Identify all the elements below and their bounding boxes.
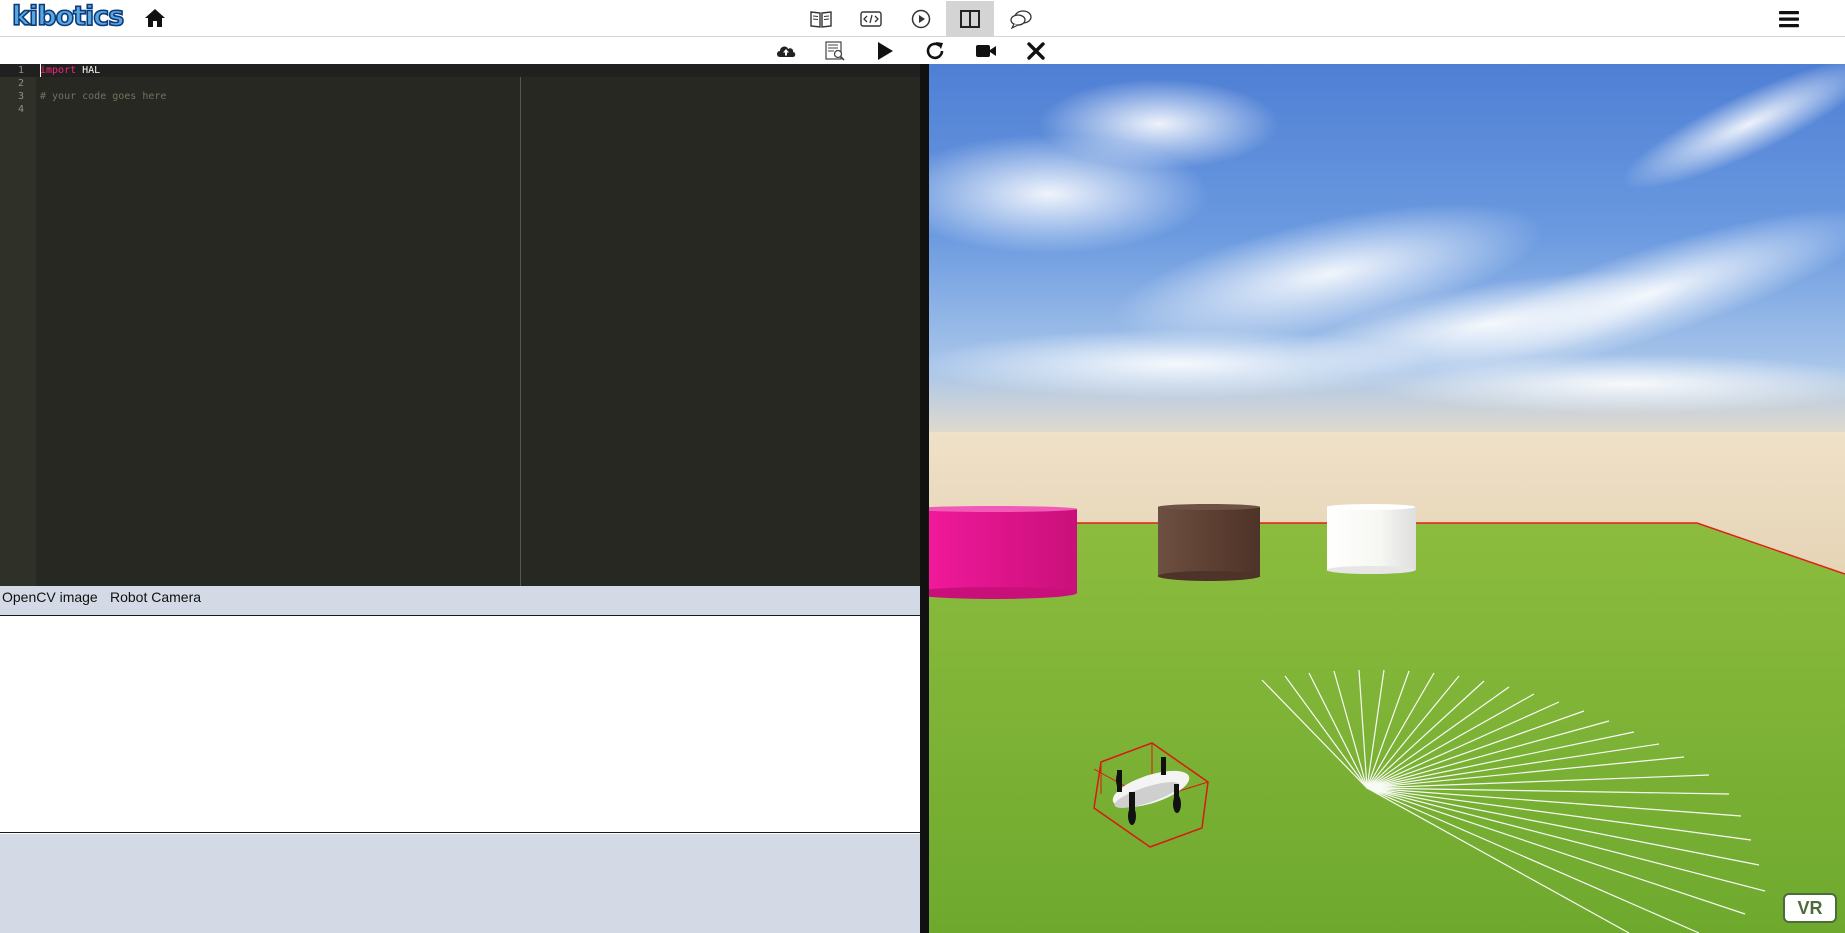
run-button[interactable] (869, 38, 901, 64)
video-camera-icon (976, 45, 996, 57)
line-number: 2 (17, 78, 24, 89)
code-line[interactable]: 1 import HAL (0, 64, 920, 77)
simulation-viewport[interactable]: VR (929, 64, 1845, 933)
kibotics-logo[interactable]: kibotics (11, 2, 125, 31)
simulation-scene (929, 64, 1845, 933)
code-keyword: import (40, 65, 77, 76)
book-icon (810, 10, 832, 28)
close-icon (1027, 42, 1045, 60)
tab-robot-camera[interactable]: Robot Camera (110, 586, 201, 615)
pink-cylinder (929, 506, 1077, 599)
line-number: 1 (17, 65, 24, 76)
chat-view-button[interactable] (997, 1, 1045, 36)
home-button[interactable] (143, 7, 167, 29)
panel-resize-divider[interactable] (920, 64, 929, 933)
code-editor[interactable]: 1 import HAL 2 3 # your code goes here 4 (0, 64, 920, 586)
documentation-view-button[interactable] (797, 1, 845, 36)
line-number-gutter (0, 64, 36, 586)
code-line[interactable]: 4 (0, 103, 920, 116)
split-view-button[interactable] (946, 1, 994, 36)
stop-button[interactable] (1020, 38, 1052, 64)
text-cursor (40, 64, 41, 77)
code-identifier: HAL (76, 65, 101, 76)
split-panel-icon (960, 9, 980, 28)
document-search-icon (825, 41, 845, 61)
output-tabs: OpenCV image Robot Camera (0, 586, 920, 616)
code-line[interactable]: 3 # your code goes here (0, 90, 920, 103)
line-number: 4 (17, 104, 24, 115)
vr-button[interactable]: VR (1783, 893, 1837, 923)
code-view-button[interactable] (847, 1, 895, 36)
code-line[interactable]: 2 (0, 77, 920, 90)
camera-button[interactable] (970, 38, 1002, 64)
line-number: 3 (17, 91, 24, 102)
reset-button[interactable] (919, 38, 951, 64)
upload-button[interactable] (770, 38, 802, 64)
hamburger-menu-icon (1779, 11, 1799, 28)
inspect-button[interactable] (819, 38, 851, 64)
console-panel (0, 834, 920, 933)
tab-opencv-image[interactable]: OpenCV image (2, 586, 98, 615)
menu-button[interactable] (1776, 7, 1802, 31)
play-icon (878, 42, 893, 60)
top-bar: kibotics (0, 0, 1845, 37)
white-cylinder (1326, 504, 1416, 574)
simulation-view-button[interactable] (897, 1, 945, 36)
home-icon (145, 9, 165, 27)
print-margin (520, 77, 521, 586)
cloud-upload-icon (777, 46, 796, 57)
code-icon (860, 10, 882, 27)
code-comment: # your code goes here (40, 91, 167, 102)
brown-cylinder (1158, 504, 1260, 581)
editor-toolbar (0, 37, 1845, 64)
reload-icon (926, 42, 944, 60)
chat-bubbles-icon (1010, 9, 1032, 29)
play-circle-icon (911, 9, 931, 28)
image-output-panel (0, 617, 920, 833)
